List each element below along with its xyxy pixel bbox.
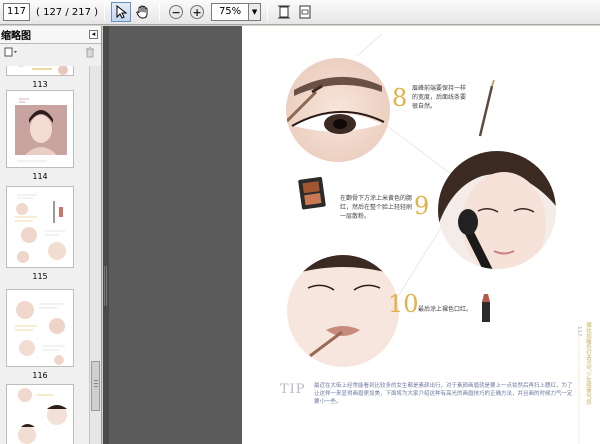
panel-title: 缩略图: [1, 31, 31, 42]
step-number: 8: [392, 84, 408, 112]
thumbnail-scrollbar[interactable]: [89, 66, 101, 444]
thumbnail-image: [6, 289, 74, 367]
panel-header: 缩略图 ◂: [0, 26, 101, 44]
panel-tools: [0, 44, 101, 60]
thumbnail-page[interactable]: 115: [6, 186, 74, 281]
zoom-in-button[interactable]: +: [187, 2, 207, 22]
hand-icon: [136, 5, 148, 19]
step-description: 在颧骨下方涂上米黄色的腮红，然后在整个脸上轻轻刷一层散粉。: [340, 195, 413, 220]
fit-page-button[interactable]: [274, 2, 294, 22]
minus-icon: −: [169, 5, 184, 19]
zoom-out-button[interactable]: −: [166, 2, 186, 22]
fit-width-button[interactable]: [295, 2, 315, 22]
thumbnail-label: 114: [32, 172, 48, 181]
step-number: 9: [414, 192, 430, 220]
toolbar-separator: [104, 3, 106, 21]
hand-tool-button[interactable]: [132, 2, 152, 22]
step-number: 10: [388, 290, 419, 318]
scrollbar-thumb[interactable]: [91, 361, 100, 411]
trash-icon[interactable]: [85, 46, 95, 58]
splitter-grip-icon: [104, 266, 107, 306]
thumbnail-label: 113: [32, 80, 48, 89]
tip-text: 最近在大街上经常能看到比较多的女生都是素颜出行，对于素颜画眉就是要上一点妆然后再…: [314, 383, 573, 405]
thumbnail-page[interactable]: 114: [6, 90, 74, 181]
plus-icon: +: [190, 5, 205, 19]
fit-width-icon: [299, 5, 311, 19]
zoom-selector[interactable]: 75% ▼: [211, 3, 262, 21]
toolbar-separator: [159, 3, 161, 21]
grip-icon: [94, 380, 98, 381]
select-tool-button[interactable]: [111, 2, 132, 22]
thumbnail-label: 115: [32, 272, 48, 281]
document-page: 8 眉峰前端要保持一样的宽度，后面线条要很自然。 在颧骨下方涂上米黄色的腮红，然…: [242, 26, 600, 444]
close-icon[interactable]: ◂: [89, 30, 98, 39]
thumbnail-page[interactable]: 113: [6, 66, 74, 89]
thumbnail-panel: 缩略图 ◂ 113 114 115 116: [0, 26, 102, 444]
page-marker: 117: [576, 326, 582, 337]
thumbnail-label: 116: [32, 371, 48, 380]
side-caption: 裸妆加暖色打造元气少女甜美气息: [585, 322, 591, 405]
fit-page-icon: [278, 5, 291, 19]
toolbar: 117 ( 127 / 217 ) − + 75% ▼: [0, 0, 600, 25]
tip-label: TIP: [280, 382, 306, 397]
panel-splitter[interactable]: [103, 26, 109, 444]
page-number-input[interactable]: 117: [3, 3, 30, 21]
thumbnail-image: [6, 90, 74, 168]
toolbar-separator: [267, 3, 269, 21]
cursor-arrow-icon: [116, 5, 128, 19]
thumbnail-options-icon[interactable]: [4, 46, 18, 58]
thumbnail-image: [6, 384, 74, 444]
chevron-down-icon[interactable]: ▼: [249, 3, 262, 21]
thumbnail-list: 113 114 115 116: [0, 66, 90, 444]
thumbnail-image: [6, 186, 74, 268]
step-description: 眉峰前端要保持一样的宽度，后面线条要很自然。: [412, 85, 467, 110]
thumbnail-image: [6, 66, 74, 76]
step-description: 最后涂上裸色口红。: [418, 306, 473, 313]
thumbnail-page-current[interactable]: [6, 384, 74, 444]
document-viewport[interactable]: 8 眉峰前端要保持一样的宽度，后面线条要很自然。 在颧骨下方涂上米黄色的腮红，然…: [103, 26, 600, 444]
thumbnail-page[interactable]: 116: [6, 289, 74, 380]
page-count-label: ( 127 / 217 ): [36, 6, 99, 18]
zoom-level-input[interactable]: 75%: [211, 3, 250, 21]
